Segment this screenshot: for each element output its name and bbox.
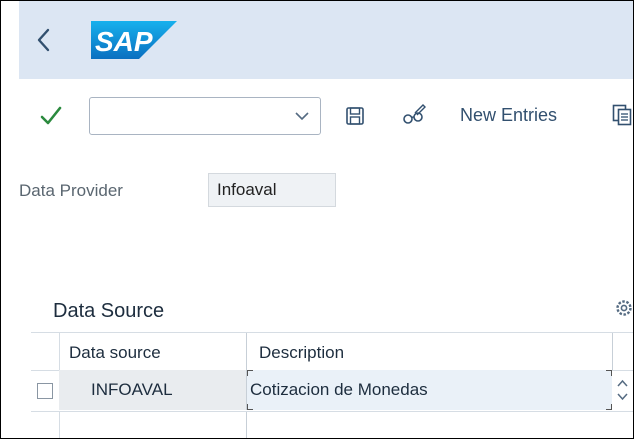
description-value: Cotizacion de Monedas xyxy=(250,380,428,399)
save-icon[interactable] xyxy=(345,106,365,126)
column-divider xyxy=(246,412,247,438)
row-select-checkbox[interactable] xyxy=(37,383,53,399)
copy-icon[interactable] xyxy=(612,104,632,126)
table-row: INFOAVAL Cotizacion de Monedas xyxy=(31,370,633,410)
focus-corner xyxy=(247,404,253,410)
data-source-value: INFOAVAL xyxy=(91,380,173,399)
data-source-table: Data source Description INFOAVAL Cotizac… xyxy=(31,332,633,438)
focus-corner xyxy=(247,370,253,376)
select-all-cell[interactable] xyxy=(31,333,60,370)
new-entries-button[interactable]: New Entries xyxy=(460,105,557,126)
toolbar: New Entries xyxy=(19,79,633,153)
row-selector[interactable] xyxy=(31,412,60,438)
command-field[interactable] xyxy=(89,97,321,135)
chevron-down-icon[interactable] xyxy=(294,108,310,124)
description-input[interactable]: Cotizacion de Monedas xyxy=(246,370,612,410)
column-divider xyxy=(246,333,247,370)
column-header-data-source[interactable]: Data source xyxy=(69,343,161,363)
data-source-cell: INFOAVAL xyxy=(59,370,246,410)
chevron-left-icon[interactable] xyxy=(29,23,59,57)
data-provider-field: Infoaval xyxy=(208,173,336,207)
scroll-up-down-icon[interactable] xyxy=(612,370,633,410)
settings-icon[interactable] xyxy=(615,299,633,317)
column-divider xyxy=(612,333,613,370)
left-margin xyxy=(1,1,19,438)
check-icon[interactable] xyxy=(39,105,63,127)
sap-window: SAP New Entries Data Provider Infoaval D… xyxy=(0,0,634,439)
table-header: Data source Description xyxy=(31,332,633,371)
glasses-icon[interactable] xyxy=(401,104,427,128)
column-header-description[interactable]: Description xyxy=(259,343,344,363)
table-row xyxy=(31,411,633,438)
sap-logo: SAP xyxy=(91,21,177,59)
data-provider-label: Data Provider xyxy=(19,181,123,200)
table-title: Data Source xyxy=(53,300,165,322)
svg-text:SAP: SAP xyxy=(95,26,153,57)
